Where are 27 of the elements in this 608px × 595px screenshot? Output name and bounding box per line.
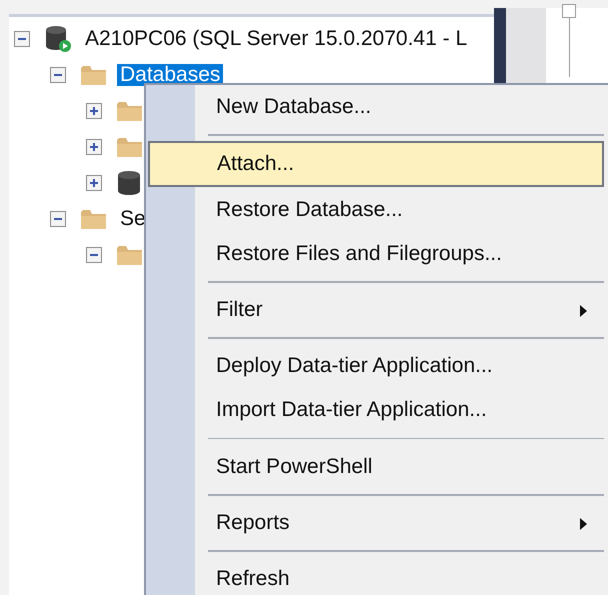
menu-item[interactable]: Restore Database... — [148, 187, 604, 232]
tree-item[interactable]: Databases — [117, 64, 224, 86]
collapse-icon[interactable] — [50, 67, 66, 83]
menu-item[interactable]: Import Data-tier Application... — [148, 388, 604, 433]
menu-item[interactable]: Attach... — [148, 141, 604, 188]
folder-icon — [116, 99, 143, 123]
folder-icon — [80, 207, 107, 231]
tree-item[interactable]: A210PC06 (SQL Server 15.0.2070.41 - L — [82, 28, 470, 50]
menu-item[interactable]: Start PowerShell — [148, 444, 604, 489]
expand-icon[interactable] — [86, 139, 102, 155]
checkbox[interactable] — [562, 4, 576, 18]
menu-item[interactable]: Restore Files and Filegroups... — [148, 232, 604, 276]
expand-icon[interactable] — [86, 103, 102, 119]
expand-icon[interactable] — [86, 175, 102, 191]
menu-item[interactable]: Refresh — [148, 556, 604, 595]
database-icon — [116, 170, 142, 196]
menu-item[interactable]: Filter — [148, 288, 604, 332]
server-icon — [44, 25, 72, 53]
folder-icon — [116, 135, 143, 159]
menu-item[interactable]: Reports — [148, 500, 604, 545]
collapse-icon[interactable] — [14, 31, 30, 47]
menu-item[interactable]: New Database... — [148, 85, 604, 130]
folder-icon — [80, 63, 107, 87]
collapse-icon[interactable] — [86, 247, 102, 263]
collapse-icon[interactable] — [50, 211, 66, 227]
menu-item[interactable]: Deploy Data-tier Application... — [148, 344, 604, 388]
folder-icon — [116, 243, 143, 267]
